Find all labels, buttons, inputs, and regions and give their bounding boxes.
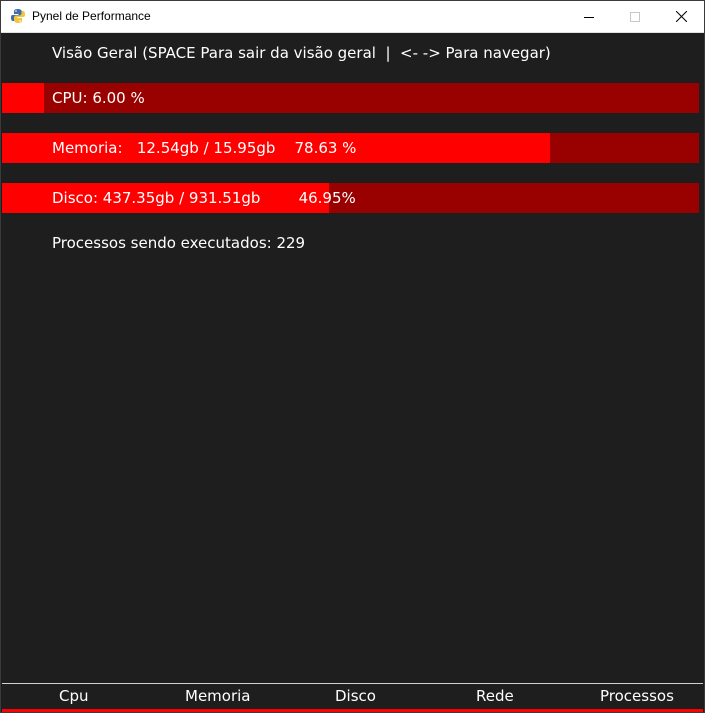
tab-disco[interactable]: Disco xyxy=(335,687,376,705)
window-title: Pynel de Performance xyxy=(32,9,151,23)
content-area: Visão Geral (SPACE Para sair da visão ge… xyxy=(1,33,704,712)
close-button[interactable] xyxy=(658,1,704,32)
disk-usage-bar: Disco: 437.35gb / 931.51gb 46.95% xyxy=(2,183,699,213)
overview-header: Visão Geral (SPACE Para sair da visão ge… xyxy=(52,44,551,62)
process-count: Processos sendo executados: 229 xyxy=(52,234,306,252)
app-window: Pynel de Performance Visão Geral (SPACE … xyxy=(0,0,705,713)
tab-memoria[interactable]: Memoria xyxy=(185,687,251,705)
memory-usage-bar: Memoria: 12.54gb / 15.95gb 78.63 % xyxy=(2,133,699,163)
maximize-button[interactable] xyxy=(612,1,658,32)
cpu-usage-bar: CPU: 6.00 % xyxy=(2,83,699,113)
minimize-icon xyxy=(584,16,594,18)
cpu-usage-label: CPU: 6.00 % xyxy=(52,89,145,107)
tab-cpu[interactable]: Cpu xyxy=(59,687,89,705)
maximize-icon xyxy=(630,11,640,22)
title-bar[interactable]: Pynel de Performance xyxy=(1,1,704,33)
memory-usage-label: Memoria: 12.54gb / 15.95gb 78.63 % xyxy=(52,139,357,157)
minimize-button[interactable] xyxy=(566,1,612,32)
disk-usage-label: Disco: 437.35gb / 931.51gb 46.95% xyxy=(52,189,356,207)
bottom-accent-bar xyxy=(2,709,703,712)
tab-bar: Cpu Memoria Disco Rede Processos xyxy=(1,684,704,708)
tab-processos[interactable]: Processos xyxy=(600,687,674,705)
tab-rede[interactable]: Rede xyxy=(476,687,514,705)
cpu-usage-fill xyxy=(2,83,44,113)
close-icon xyxy=(675,11,687,22)
python-snake-icon xyxy=(11,9,25,23)
